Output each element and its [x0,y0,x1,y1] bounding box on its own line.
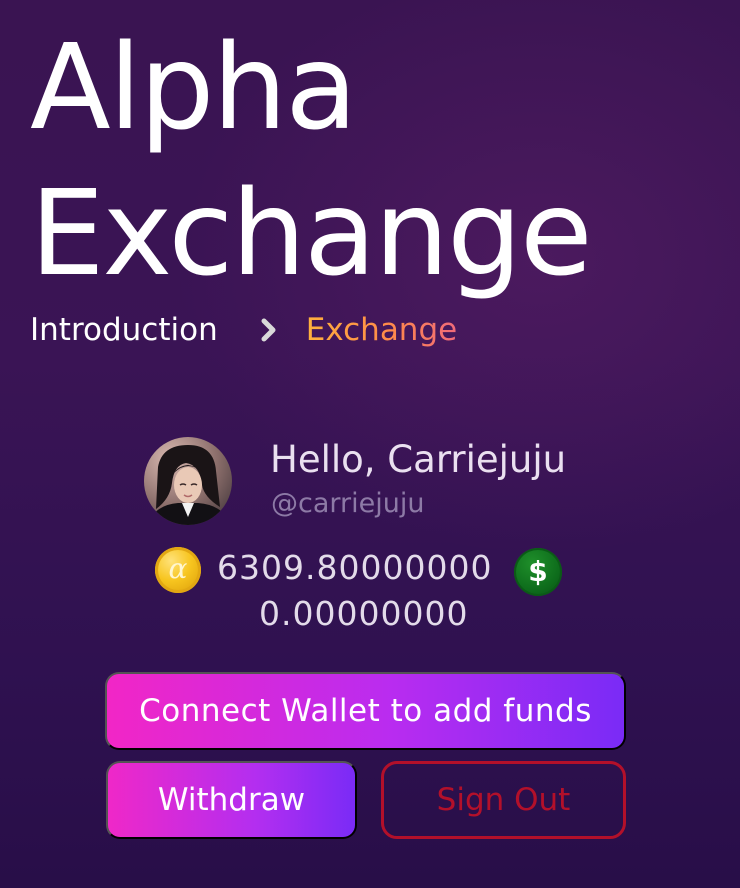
breadcrumb-item-exchange[interactable]: Exchange [306,312,457,348]
dollar-coin-icon: $ [514,548,562,596]
title-line-exchange: Exchange [30,164,593,302]
avatar-photo [144,437,232,525]
withdraw-button[interactable]: Withdraw [106,761,357,839]
chevron-right-icon [261,318,276,342]
usd-balance: 0.00000000 [259,594,469,633]
breadcrumb: Introduction Exchange [30,308,457,352]
sign-out-button[interactable]: Sign Out [381,761,626,839]
alpha-balance: 6309.80000000 [217,548,493,587]
username-handle: @carriejuju [271,488,425,519]
title-line-alpha: Alpha [30,18,358,156]
avatar [144,437,232,525]
alpha-coin-icon: α [155,547,201,593]
greeting-text: Hello, Carriejuju [270,438,567,481]
breadcrumb-item-introduction[interactable]: Introduction [30,312,218,348]
connect-wallet-button[interactable]: Connect Wallet to add funds [105,672,626,750]
page-title: Alpha Exchange [30,14,730,306]
